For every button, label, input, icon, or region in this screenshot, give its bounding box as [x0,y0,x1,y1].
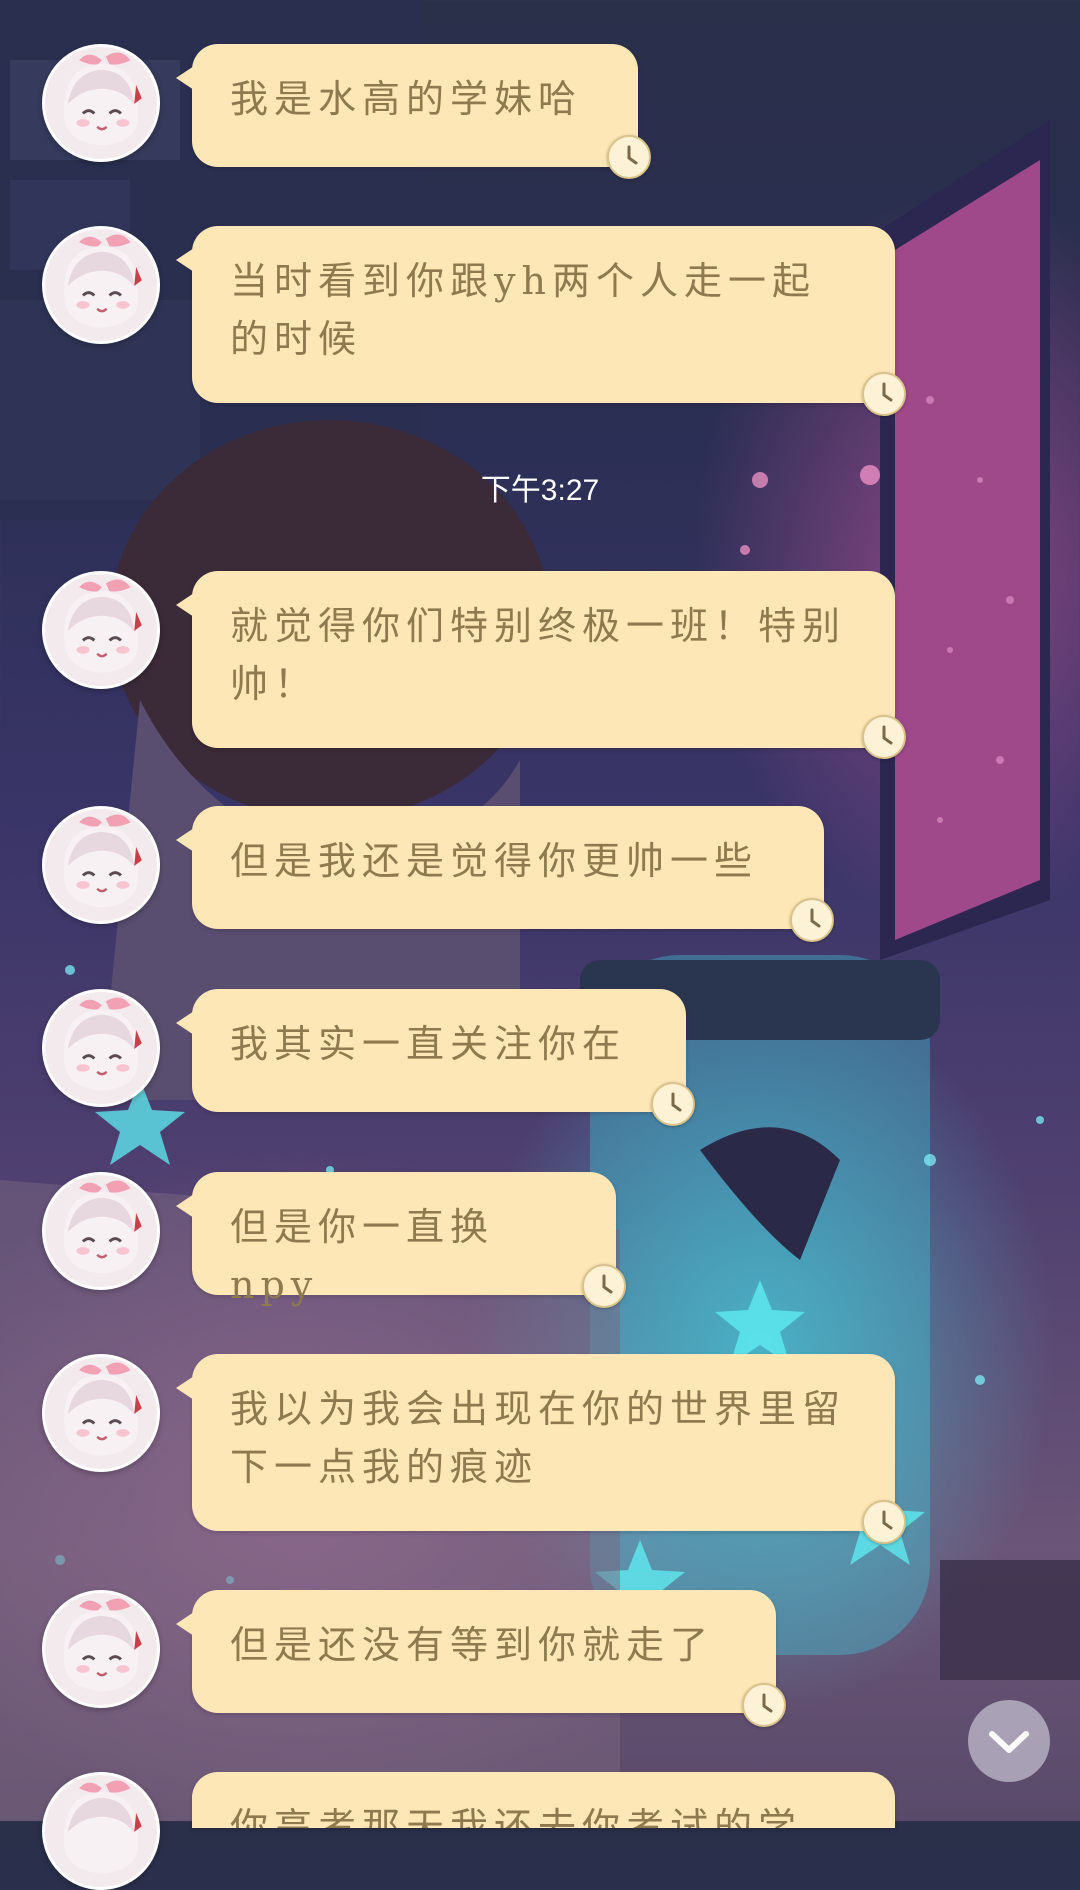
clock-icon [790,898,834,942]
message-bubble[interactable]: 但是你一直换npy [176,1172,616,1307]
anime-girl-avatar-icon [45,1775,157,1887]
anime-girl-avatar-icon [45,1175,157,1287]
clock-icon [862,715,906,759]
sender-avatar[interactable] [42,989,160,1107]
anime-girl-avatar-icon [45,574,157,686]
message-text: 当时看到你跟yh两个人走一起的时候 [230,259,816,361]
sender-avatar[interactable] [42,806,160,924]
message-text: 但是你一直换npy [230,1205,495,1307]
clock-icon [862,1500,906,1544]
chevron-down-icon [989,1731,1029,1753]
sender-avatar[interactable] [42,226,160,344]
sender-avatar[interactable] [42,1172,160,1290]
message-text: 但是还没有等到你就走了 [230,1623,715,1667]
message-bubble[interactable]: 当时看到你跟yh两个人走一起的时候 [176,226,895,403]
sender-avatar[interactable] [42,571,160,689]
message-bubble[interactable]: 就觉得你们特别终极一班！特别帅！ [176,571,895,748]
sender-avatar[interactable] [42,1354,160,1472]
message-bubble[interactable]: 我是水高的学妹哈 [176,44,638,167]
chat-message-list[interactable]: 我是水高的学妹哈 当时看到你跟yh两个人走一起的时候 下午3:27 就觉得你们特… [0,0,1080,1890]
anime-girl-avatar-icon [45,992,157,1104]
sender-avatar[interactable] [42,1772,160,1890]
message-text: 你高考那天我还去你考试的学 [230,1805,803,1828]
message-text: 我其实一直关注你在 [230,1022,627,1066]
anime-girl-avatar-icon [45,1357,157,1469]
clock-icon [862,372,906,416]
message-bubble[interactable]: 我以为我会出现在你的世界里留下一点我的痕迹 [176,1354,895,1531]
time-divider: 下午3:27 [480,474,600,507]
message-text: 但是我还是觉得你更帅一些 [230,839,759,883]
anime-girl-avatar-icon [45,47,157,159]
message-bubble[interactable]: 但是还没有等到你就走了 [176,1590,776,1713]
message-text: 我以为我会出现在你的世界里留下一点我的痕迹 [230,1387,847,1489]
message-bubble[interactable]: 我其实一直关注你在 [176,989,686,1112]
message-bubble[interactable]: 你高考那天我还去你考试的学 [192,1772,895,1828]
clock-icon [582,1264,626,1308]
clock-icon [651,1082,695,1126]
message-text: 就觉得你们特别终极一班！特别帅！ [230,604,847,706]
scroll-to-bottom-button[interactable] [968,1700,1050,1782]
anime-girl-avatar-icon [45,229,157,341]
anime-girl-avatar-icon [45,1593,157,1705]
sender-avatar[interactable] [42,44,160,162]
anime-girl-avatar-icon [45,809,157,921]
message-bubble[interactable]: 但是我还是觉得你更帅一些 [176,806,824,929]
sender-avatar[interactable] [42,1590,160,1708]
message-text: 我是水高的学妹哈 [230,77,583,121]
clock-icon [742,1683,786,1727]
clock-icon [607,135,651,179]
